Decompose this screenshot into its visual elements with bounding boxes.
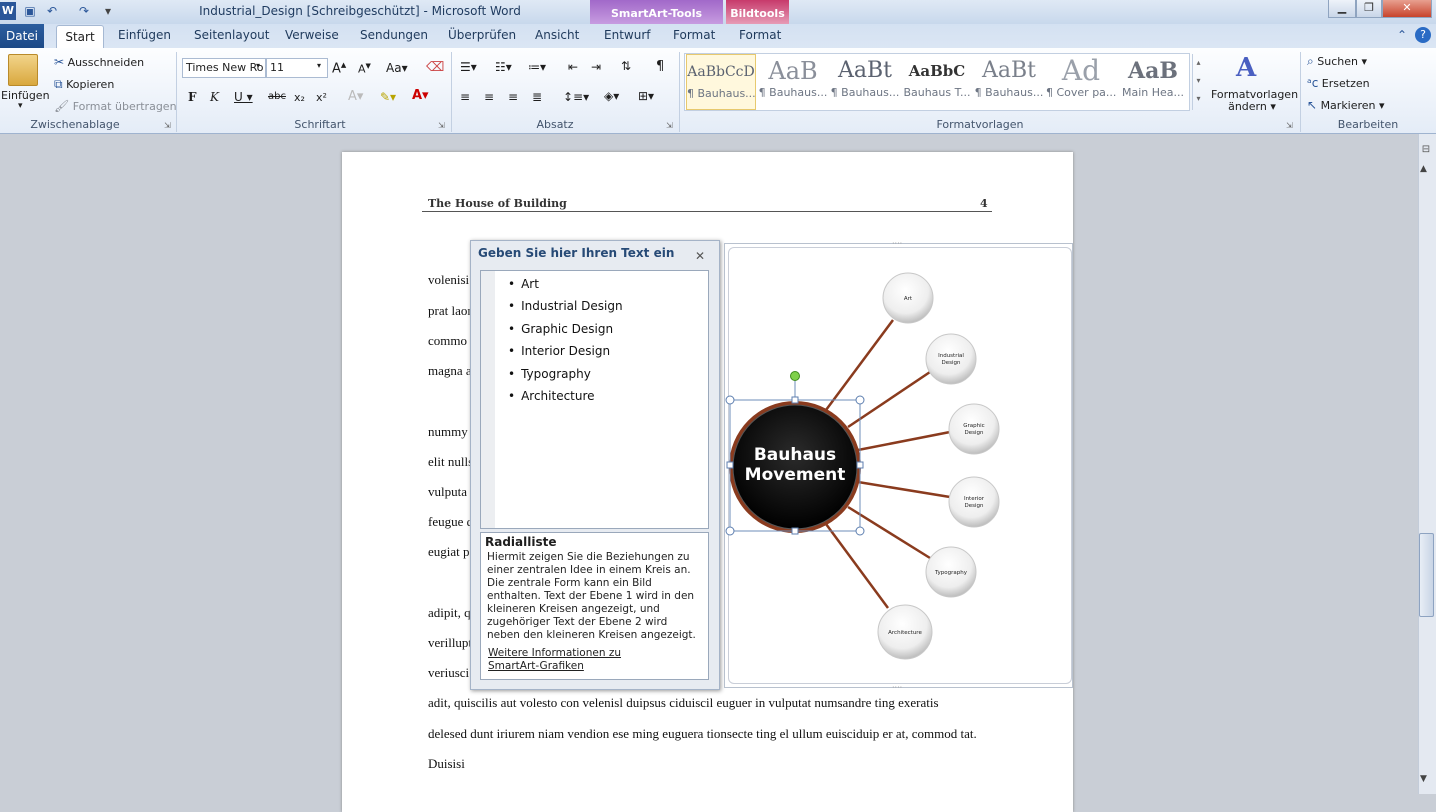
node-circle[interactable]	[948, 476, 1000, 528]
resize-handle[interactable]	[726, 461, 734, 469]
resize-handle[interactable]	[856, 461, 864, 469]
node-label: Art	[904, 296, 913, 302]
node-label: Design	[965, 503, 985, 509]
resize-handle[interactable]	[855, 395, 865, 405]
node-label: Design	[965, 430, 985, 436]
node-label: Architecture	[888, 630, 922, 636]
connector-line	[857, 430, 951, 452]
resize-handle[interactable]	[725, 395, 735, 405]
center-node-label: Movement	[745, 465, 846, 485]
smartart-graphic[interactable]: Bauhaus Movement Art Industrial Design G…	[0, 0, 1436, 794]
node-label: Graphic	[963, 423, 984, 429]
resize-handle[interactable]	[725, 526, 735, 536]
node-label: Design	[942, 360, 962, 366]
connector-line	[857, 480, 951, 499]
resize-handle[interactable]	[791, 527, 799, 535]
connector-line	[824, 523, 890, 609]
node-label: Industrial	[938, 353, 964, 359]
rotate-handle[interactable]	[790, 371, 800, 381]
node-circle[interactable]	[948, 403, 1000, 455]
node-label: Interior	[964, 496, 985, 502]
node-label: Typography	[934, 570, 968, 576]
node-circle[interactable]	[925, 333, 977, 385]
resize-handle[interactable]	[791, 396, 799, 404]
resize-handle[interactable]	[855, 526, 865, 536]
center-node-label: Bauhaus	[754, 445, 836, 465]
